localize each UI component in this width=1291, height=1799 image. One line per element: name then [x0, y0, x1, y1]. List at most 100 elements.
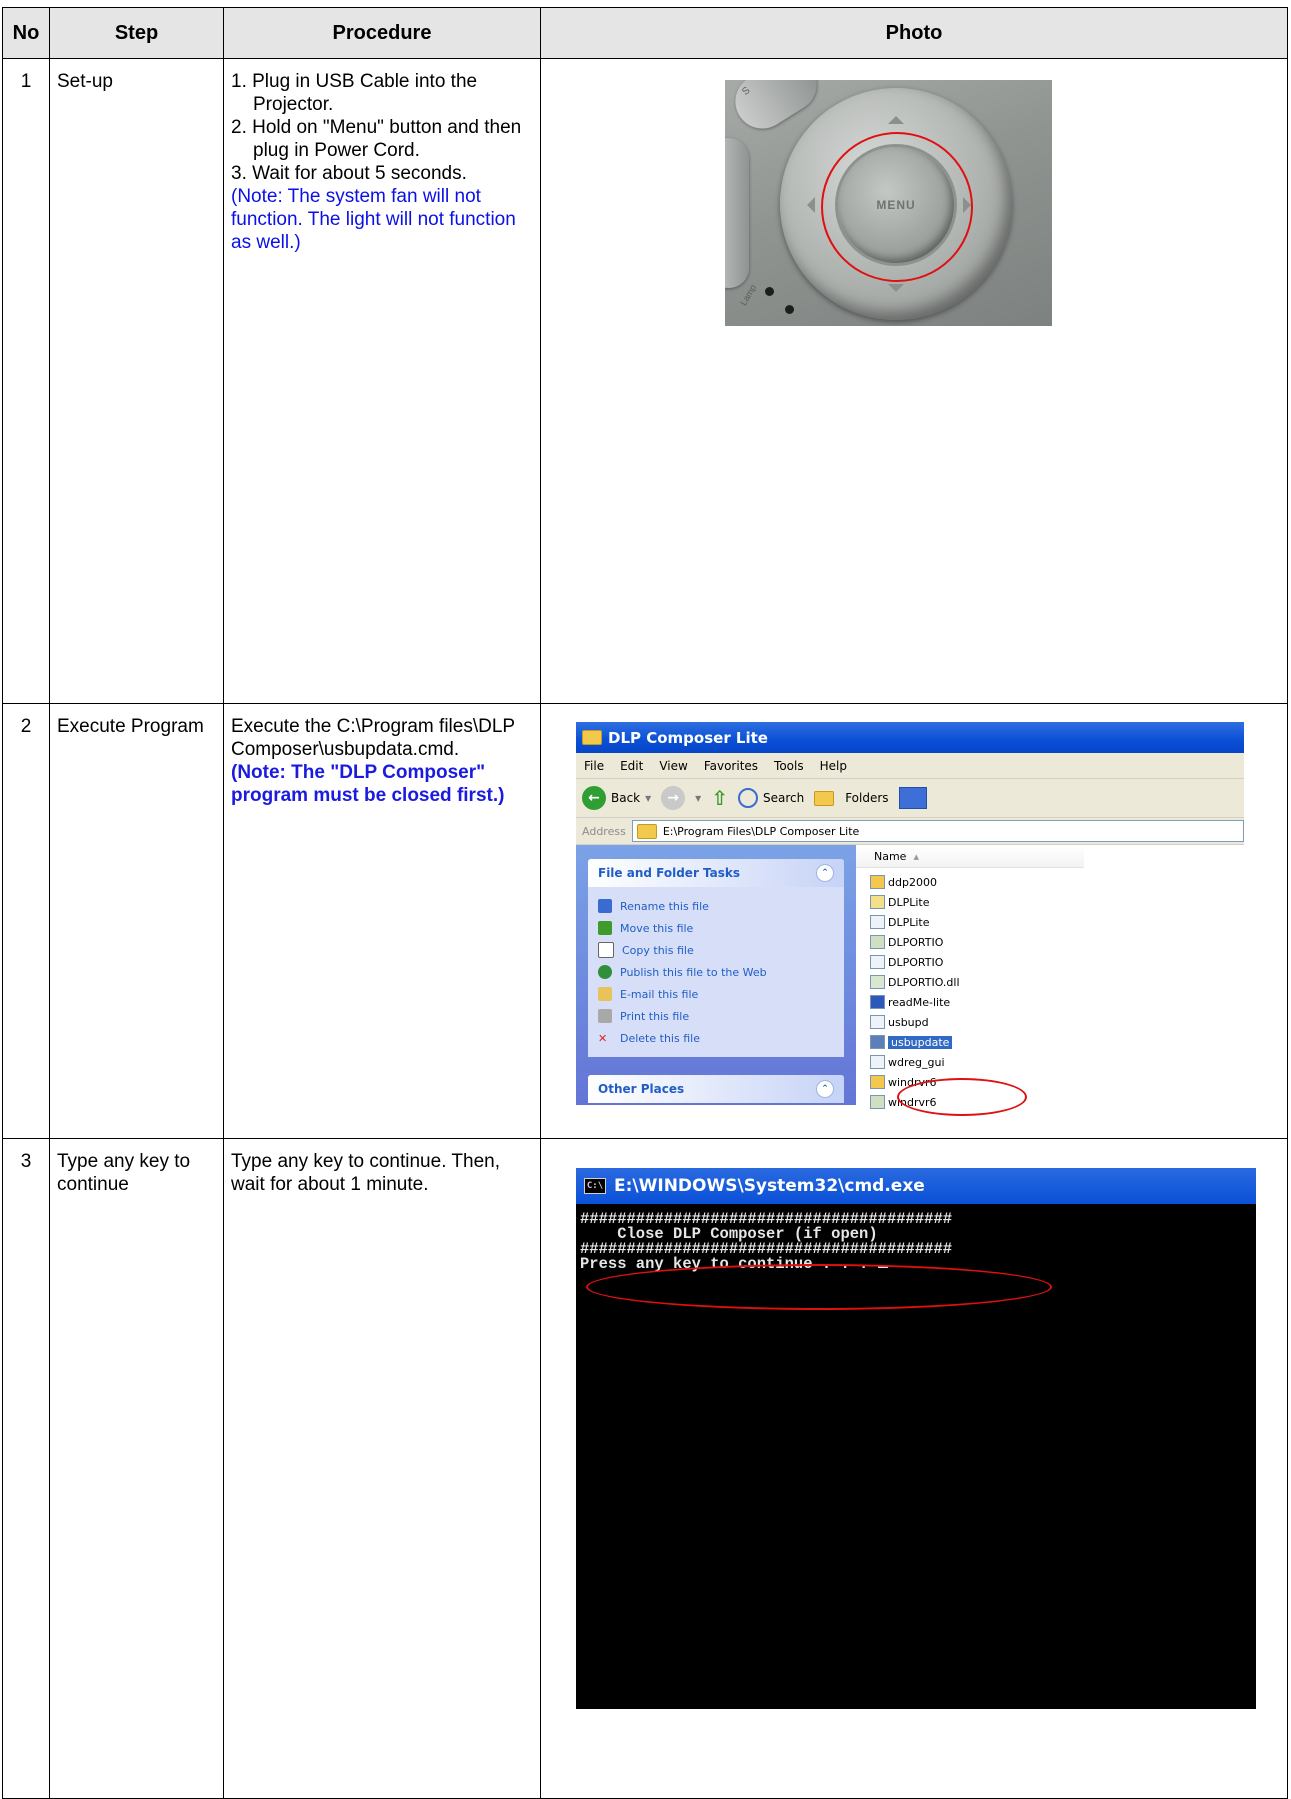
task-item: E-mail this file	[598, 983, 834, 1005]
dll-file-icon	[870, 975, 885, 989]
file-item: usbupd	[870, 1012, 1244, 1032]
address-bar: Address E:\Program Files\DLP Composer Li…	[576, 818, 1244, 845]
row-number: 1	[2, 58, 50, 704]
forward-arrow-icon: →	[661, 786, 686, 810]
procedure-note: (Note: The "DLP Composer" program must b…	[231, 762, 505, 806]
cmd-file-icon	[870, 1035, 885, 1049]
header-procedure: Procedure	[223, 7, 541, 59]
cmd-output: ########################################…	[576, 1204, 1256, 1272]
procedure-text: Execute the C:\Program files\DLP Compose…	[223, 703, 541, 1139]
procedure-note: (Note: The system fan will not function.…	[231, 186, 516, 253]
task-label: Rename this file	[620, 899, 709, 913]
table-header-row: No Step Procedure Photo	[2, 7, 1288, 59]
highlight-circle	[897, 1078, 1027, 1116]
folder-icon	[814, 790, 835, 806]
task-item: Print this file	[598, 1005, 834, 1027]
arrow-up-icon	[888, 108, 904, 124]
task-item: ✕ Delete this file	[598, 1027, 834, 1049]
row-number: 2	[2, 703, 50, 1139]
task-panel-title: File and Folder Tasks	[598, 866, 741, 880]
views-icon	[898, 787, 927, 809]
back-button: ← Back ▾	[582, 786, 651, 810]
task-item: Copy this file	[598, 939, 834, 961]
side-key	[725, 138, 749, 288]
shortcut-icon	[870, 1075, 885, 1089]
arrow-left-icon	[799, 197, 815, 213]
task-panel-header: File and Folder Tasks ⌃	[588, 859, 844, 887]
file-item-selected: usbupdate	[870, 1032, 1244, 1052]
row-number: 3	[2, 1138, 50, 1799]
table-row: 1 Set-up 1. Plug in USB Cable into the P…	[2, 58, 1288, 704]
search-button: Search	[737, 788, 805, 808]
address-label: Address	[582, 824, 626, 838]
indicator-led	[765, 287, 774, 296]
task-item: Publish this file to the Web	[598, 961, 834, 983]
file-list: ddp2000 DLPLite DLPLite DLPORTIO DLPORTI…	[856, 868, 1244, 1112]
procedure-item: 2. Hold on "Menu" button and then plug i…	[231, 117, 522, 161]
task-list: Rename this file Move this file Copy thi…	[588, 887, 844, 1057]
highlight-circle	[821, 132, 973, 282]
move-icon	[598, 921, 612, 935]
cmd-window-screenshot: C:\ E:\WINDOWS\System32\cmd.exe ########…	[576, 1168, 1256, 1709]
document-icon	[870, 995, 885, 1009]
lamp-label: Lamp	[738, 282, 759, 308]
explorer-body: File and Folder Tasks ⌃ Rename this file…	[576, 845, 1244, 1109]
file-list-pane: Name ▴ ddp2000 DLPLite DLPLite DLPORTIO …	[856, 845, 1244, 1109]
mail-icon	[598, 987, 612, 1001]
highlight-circle	[586, 1264, 1052, 1310]
cmd-icon: C:\	[584, 1178, 606, 1194]
other-places-panel: Other Places ⌃	[588, 1075, 844, 1103]
address-path: E:\Program Files\DLP Composer Lite	[662, 824, 860, 838]
file-item: DLPLite	[870, 912, 1244, 932]
up-folder-icon: ⇧	[711, 786, 728, 810]
task-label: Delete this file	[620, 1031, 700, 1045]
menu-view: View	[659, 758, 688, 773]
procedure-item: 3. Wait for about 5 seconds.	[231, 163, 467, 184]
task-label: Move this file	[620, 921, 694, 935]
task-pane: File and Folder Tasks ⌃ Rename this file…	[576, 845, 856, 1105]
procedure-item: Type any key to continue. Then, wait for…	[231, 1151, 500, 1195]
cmd-title: E:\WINDOWS\System32\cmd.exe	[614, 1176, 925, 1196]
file-icon	[870, 1015, 885, 1029]
task-label: Print this file	[620, 1009, 690, 1023]
copy-icon	[598, 942, 614, 958]
arrow-down-icon	[888, 284, 904, 300]
projector-control-pad-photo: S MENU Lamp	[725, 80, 1052, 326]
globe-icon	[598, 965, 612, 979]
task-label: Publish this file to the Web	[620, 965, 767, 979]
application-icon	[870, 915, 885, 929]
folder-icon	[582, 730, 602, 745]
menu-bar: File Edit View Favorites Tools Help	[576, 753, 1244, 779]
procedure-table: No Step Procedure Photo 1 Set-up 1. Plug…	[2, 7, 1288, 1799]
window-title: DLP Composer Lite	[608, 728, 768, 747]
task-item: Move this file	[598, 917, 834, 939]
step-name: Type any key to continue	[49, 1138, 224, 1799]
file-item: DLPLite	[870, 892, 1244, 912]
step-name: Set-up	[49, 58, 224, 704]
header-photo: Photo	[540, 7, 1288, 59]
rename-icon	[598, 899, 612, 913]
dropdown-arrow-icon: ▾	[695, 791, 702, 805]
menu-file: File	[584, 758, 605, 773]
table-row: 3 Type any key to continue Type any key …	[2, 1138, 1288, 1799]
header-no: No	[2, 7, 50, 59]
explorer-window-screenshot: DLP Composer Lite File Edit View Favorit…	[576, 722, 1244, 1127]
procedure-item: 1. Plug in USB Cable into the Projector.	[231, 71, 478, 115]
file-item: DLPORTIO	[870, 932, 1244, 952]
printer-icon	[598, 1009, 612, 1023]
file-folder-tasks-panel: File and Folder Tasks ⌃ Rename this file…	[588, 859, 844, 1057]
task-item: Rename this file	[598, 895, 834, 917]
back-label: Back	[611, 791, 641, 805]
procedure-item: Execute the C:\Program files\DLP Compose…	[231, 716, 515, 760]
folder-icon	[636, 823, 657, 839]
file-item: ddp2000	[870, 872, 1244, 892]
window-title-bar: DLP Composer Lite	[576, 722, 1244, 753]
address-field: E:\Program Files\DLP Composer Lite	[631, 820, 1244, 842]
folders-label: Folders	[845, 791, 889, 805]
help-file-icon	[870, 895, 885, 909]
table-row: 2 Execute Program Execute the C:\Program…	[2, 703, 1288, 1139]
step-name: Execute Program	[49, 703, 224, 1139]
delete-icon: ✕	[598, 1031, 608, 1045]
search-label: Search	[762, 791, 805, 805]
file-item: DLPORTIO	[870, 952, 1244, 972]
